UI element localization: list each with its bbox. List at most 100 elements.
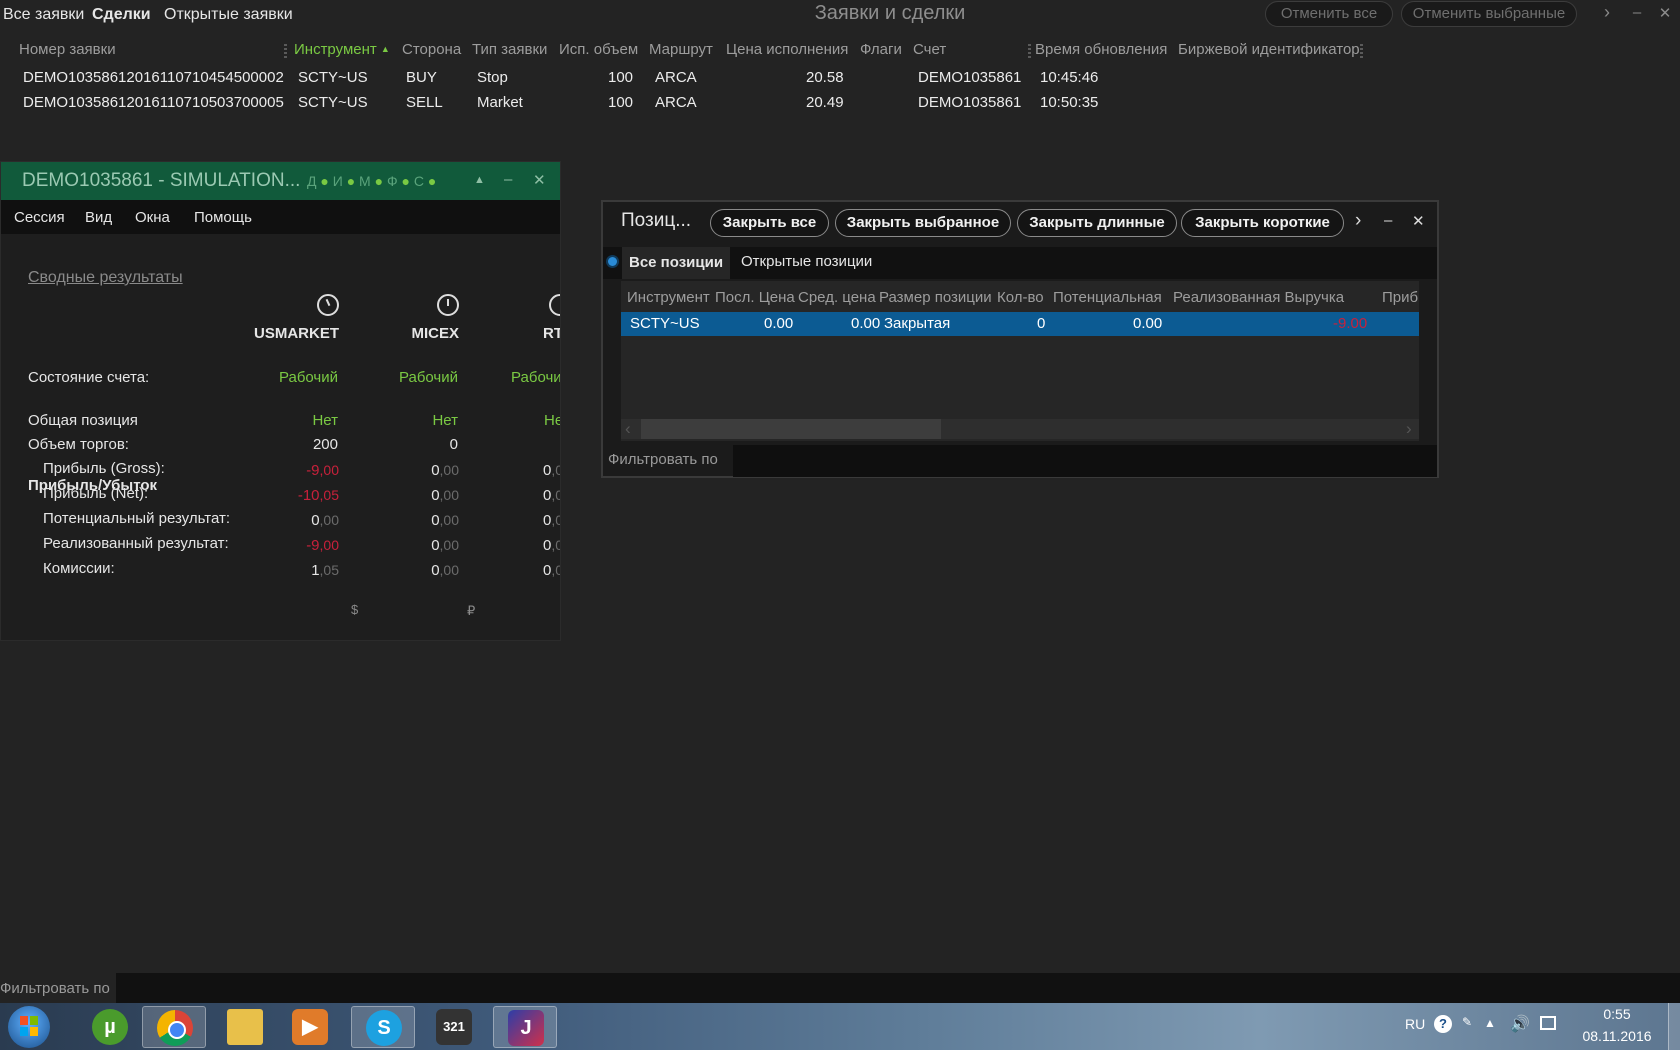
minimize-icon[interactable]: – [504, 171, 512, 188]
menu-windows[interactable]: Окна [135, 209, 170, 226]
tab-all-orders[interactable]: Все заявки [3, 6, 84, 24]
clock-date[interactable]: 08.11.2016 [1577, 1028, 1657, 1044]
col-avg-price[interactable]: Сред. цена [798, 289, 876, 306]
explorer-icon[interactable] [213, 1006, 277, 1048]
minimize-icon[interactable]: – [1626, 4, 1648, 21]
chrome-icon[interactable] [142, 1006, 206, 1048]
help-icon[interactable]: ? [1434, 1015, 1452, 1033]
pnl-value-whole: 0 [431, 562, 440, 579]
volume-icon[interactable]: 🔊 [1510, 1014, 1530, 1034]
close-all-button[interactable]: Закрыть все [710, 209, 829, 237]
order-price: 20.49 [806, 94, 844, 111]
sort-asc-icon: ▲ [380, 44, 390, 54]
trade-volume-label: Объем торгов: [28, 436, 129, 453]
close-icon[interactable]: ✕ [1654, 4, 1676, 22]
column-resizer[interactable] [1360, 44, 1363, 58]
network-icon[interactable] [1540, 1016, 1556, 1030]
col-route[interactable]: Маршрут [649, 41, 713, 58]
menu-view[interactable]: Вид [85, 209, 112, 226]
pnl-value-fraction: ,00 [439, 462, 459, 478]
order-id: DEMO10358612016110710503700005 [23, 94, 284, 111]
currency-rub-icon: ₽ [467, 603, 476, 618]
collapse-up-icon[interactable]: ▲ [474, 174, 485, 186]
col-position-size[interactable]: Размер позиции [879, 289, 992, 306]
summary-results-link[interactable]: Сводные результаты [28, 269, 183, 287]
chevron-right-icon[interactable]: › [1355, 210, 1361, 232]
minimize-icon[interactable]: – [1384, 212, 1392, 229]
chevron-right-icon[interactable]: › [1596, 2, 1618, 23]
volume-micex: 0 [449, 436, 458, 453]
tab-open-positions[interactable]: Открытые позиции [741, 253, 872, 270]
column-resizer[interactable] [284, 44, 287, 58]
close-long-button[interactable]: Закрыть длинные [1017, 209, 1177, 237]
col-instrument[interactable]: Инструмент [627, 289, 710, 306]
col-account[interactable]: Счет [913, 41, 946, 58]
pnl-value: 0,0 [543, 512, 560, 529]
col-quantity[interactable]: Кол-во [997, 289, 1044, 306]
trading-terminal-icon[interactable]: J [493, 1006, 557, 1048]
account-title-bar[interactable]: DEMO1035861 - SIMULATION... Д ● И ● М ● … [1, 162, 560, 200]
pnl-value-fraction: ,00 [439, 487, 459, 503]
column-resizer[interactable] [1028, 44, 1031, 58]
col-exchange-id[interactable]: Биржевой идентификатор [1178, 41, 1360, 58]
show-hidden-icons-icon[interactable]: ▲ [1484, 1016, 1496, 1030]
scroll-right-icon[interactable]: › [1406, 419, 1412, 439]
skype-icon[interactable]: S [351, 1006, 415, 1048]
pnl-value-fraction: ,00 [319, 512, 339, 528]
cancel-all-button[interactable]: Отменить все [1265, 1, 1393, 27]
col-flags[interactable]: Флаги [860, 41, 902, 58]
media-player-classic-icon[interactable]: 321 [422, 1006, 486, 1048]
cancel-selected-button[interactable]: Отменить выбранные [1401, 1, 1577, 27]
clock-time[interactable]: 0:55 [1582, 1006, 1652, 1022]
position-instrument: SCTY~US [630, 315, 700, 332]
bottom-filter-input[interactable] [120, 973, 1679, 1005]
menu-session[interactable]: Сессия [14, 209, 65, 226]
col-order-number[interactable]: Номер заявки [19, 41, 116, 58]
language-indicator[interactable]: RU [1405, 1016, 1425, 1032]
pnl-row-label: Прибыль (Gross): [43, 460, 165, 477]
col-last-price[interactable]: Посл. Цена [715, 289, 795, 306]
pnl-row-label: Комиссии: [43, 560, 115, 577]
tab-open-orders[interactable]: Открытые заявки [164, 6, 293, 24]
status-usmarket: Рабочий [278, 369, 338, 386]
close-short-button[interactable]: Закрыть короткие [1181, 209, 1344, 237]
close-selected-button[interactable]: Закрыть выбранное [835, 209, 1011, 237]
col-profit[interactable]: Прибы [1382, 289, 1419, 306]
pen-icon[interactable]: ✎ [1462, 1015, 1472, 1029]
pnl-value-fraction: ,00 [439, 562, 459, 578]
status-dot: ● [374, 173, 384, 189]
account-window: DEMO1035861 - SIMULATION... Д ● И ● М ● … [0, 161, 561, 641]
positions-tabs: Все позиции Открытые позиции [603, 247, 1437, 279]
order-side: SELL [406, 94, 443, 111]
col-filled-volume[interactable]: Исп. объем [559, 41, 638, 58]
close-icon[interactable]: ✕ [1412, 212, 1425, 230]
col-side[interactable]: Сторона [402, 41, 461, 58]
col-order-type[interactable]: Тип заявки [472, 41, 547, 58]
horizontal-scrollbar[interactable]: ‹ › [621, 419, 1419, 439]
start-orb-icon[interactable] [8, 1006, 50, 1048]
scroll-left-icon[interactable]: ‹ [625, 419, 631, 439]
table-row[interactable]: SCTY~US 0.00 0.00 Закрытая 0 0.00 -9.00 [621, 312, 1419, 336]
menu-help[interactable]: Помощь [194, 209, 252, 226]
col-update-time[interactable]: Время обновления [1035, 41, 1167, 58]
tab-trades[interactable]: Сделки [92, 6, 151, 24]
order-instrument: SCTY~US [298, 69, 368, 86]
tab-all-positions[interactable]: Все позиции [622, 247, 731, 279]
scrollbar-thumb[interactable] [641, 419, 941, 439]
utorrent-icon[interactable]: µ [78, 1006, 142, 1048]
market-rts: RTS [543, 325, 560, 342]
col-potential[interactable]: Потенциальная [1053, 289, 1162, 306]
col-instrument[interactable]: Инструмент ▲ [294, 41, 390, 58]
indicator-s: С [413, 173, 424, 189]
radio-indicator-icon [608, 257, 617, 266]
col-realized-revenue[interactable]: Реализованная Выручка [1173, 289, 1344, 306]
volume-usmarket: 200 [312, 436, 338, 453]
show-desktop-button[interactable] [1668, 1003, 1680, 1050]
media-player-icon[interactable]: ▶ [278, 1006, 342, 1048]
col-exec-price[interactable]: Цена исполнения [726, 41, 848, 58]
positions-filter-input[interactable] [733, 445, 1437, 477]
account-status-label: Состояние счета: [28, 369, 150, 386]
pnl-value-fraction: ,00 [319, 537, 339, 553]
total-position-label: Общая позиция [28, 412, 138, 429]
close-icon[interactable]: ✕ [533, 171, 546, 189]
